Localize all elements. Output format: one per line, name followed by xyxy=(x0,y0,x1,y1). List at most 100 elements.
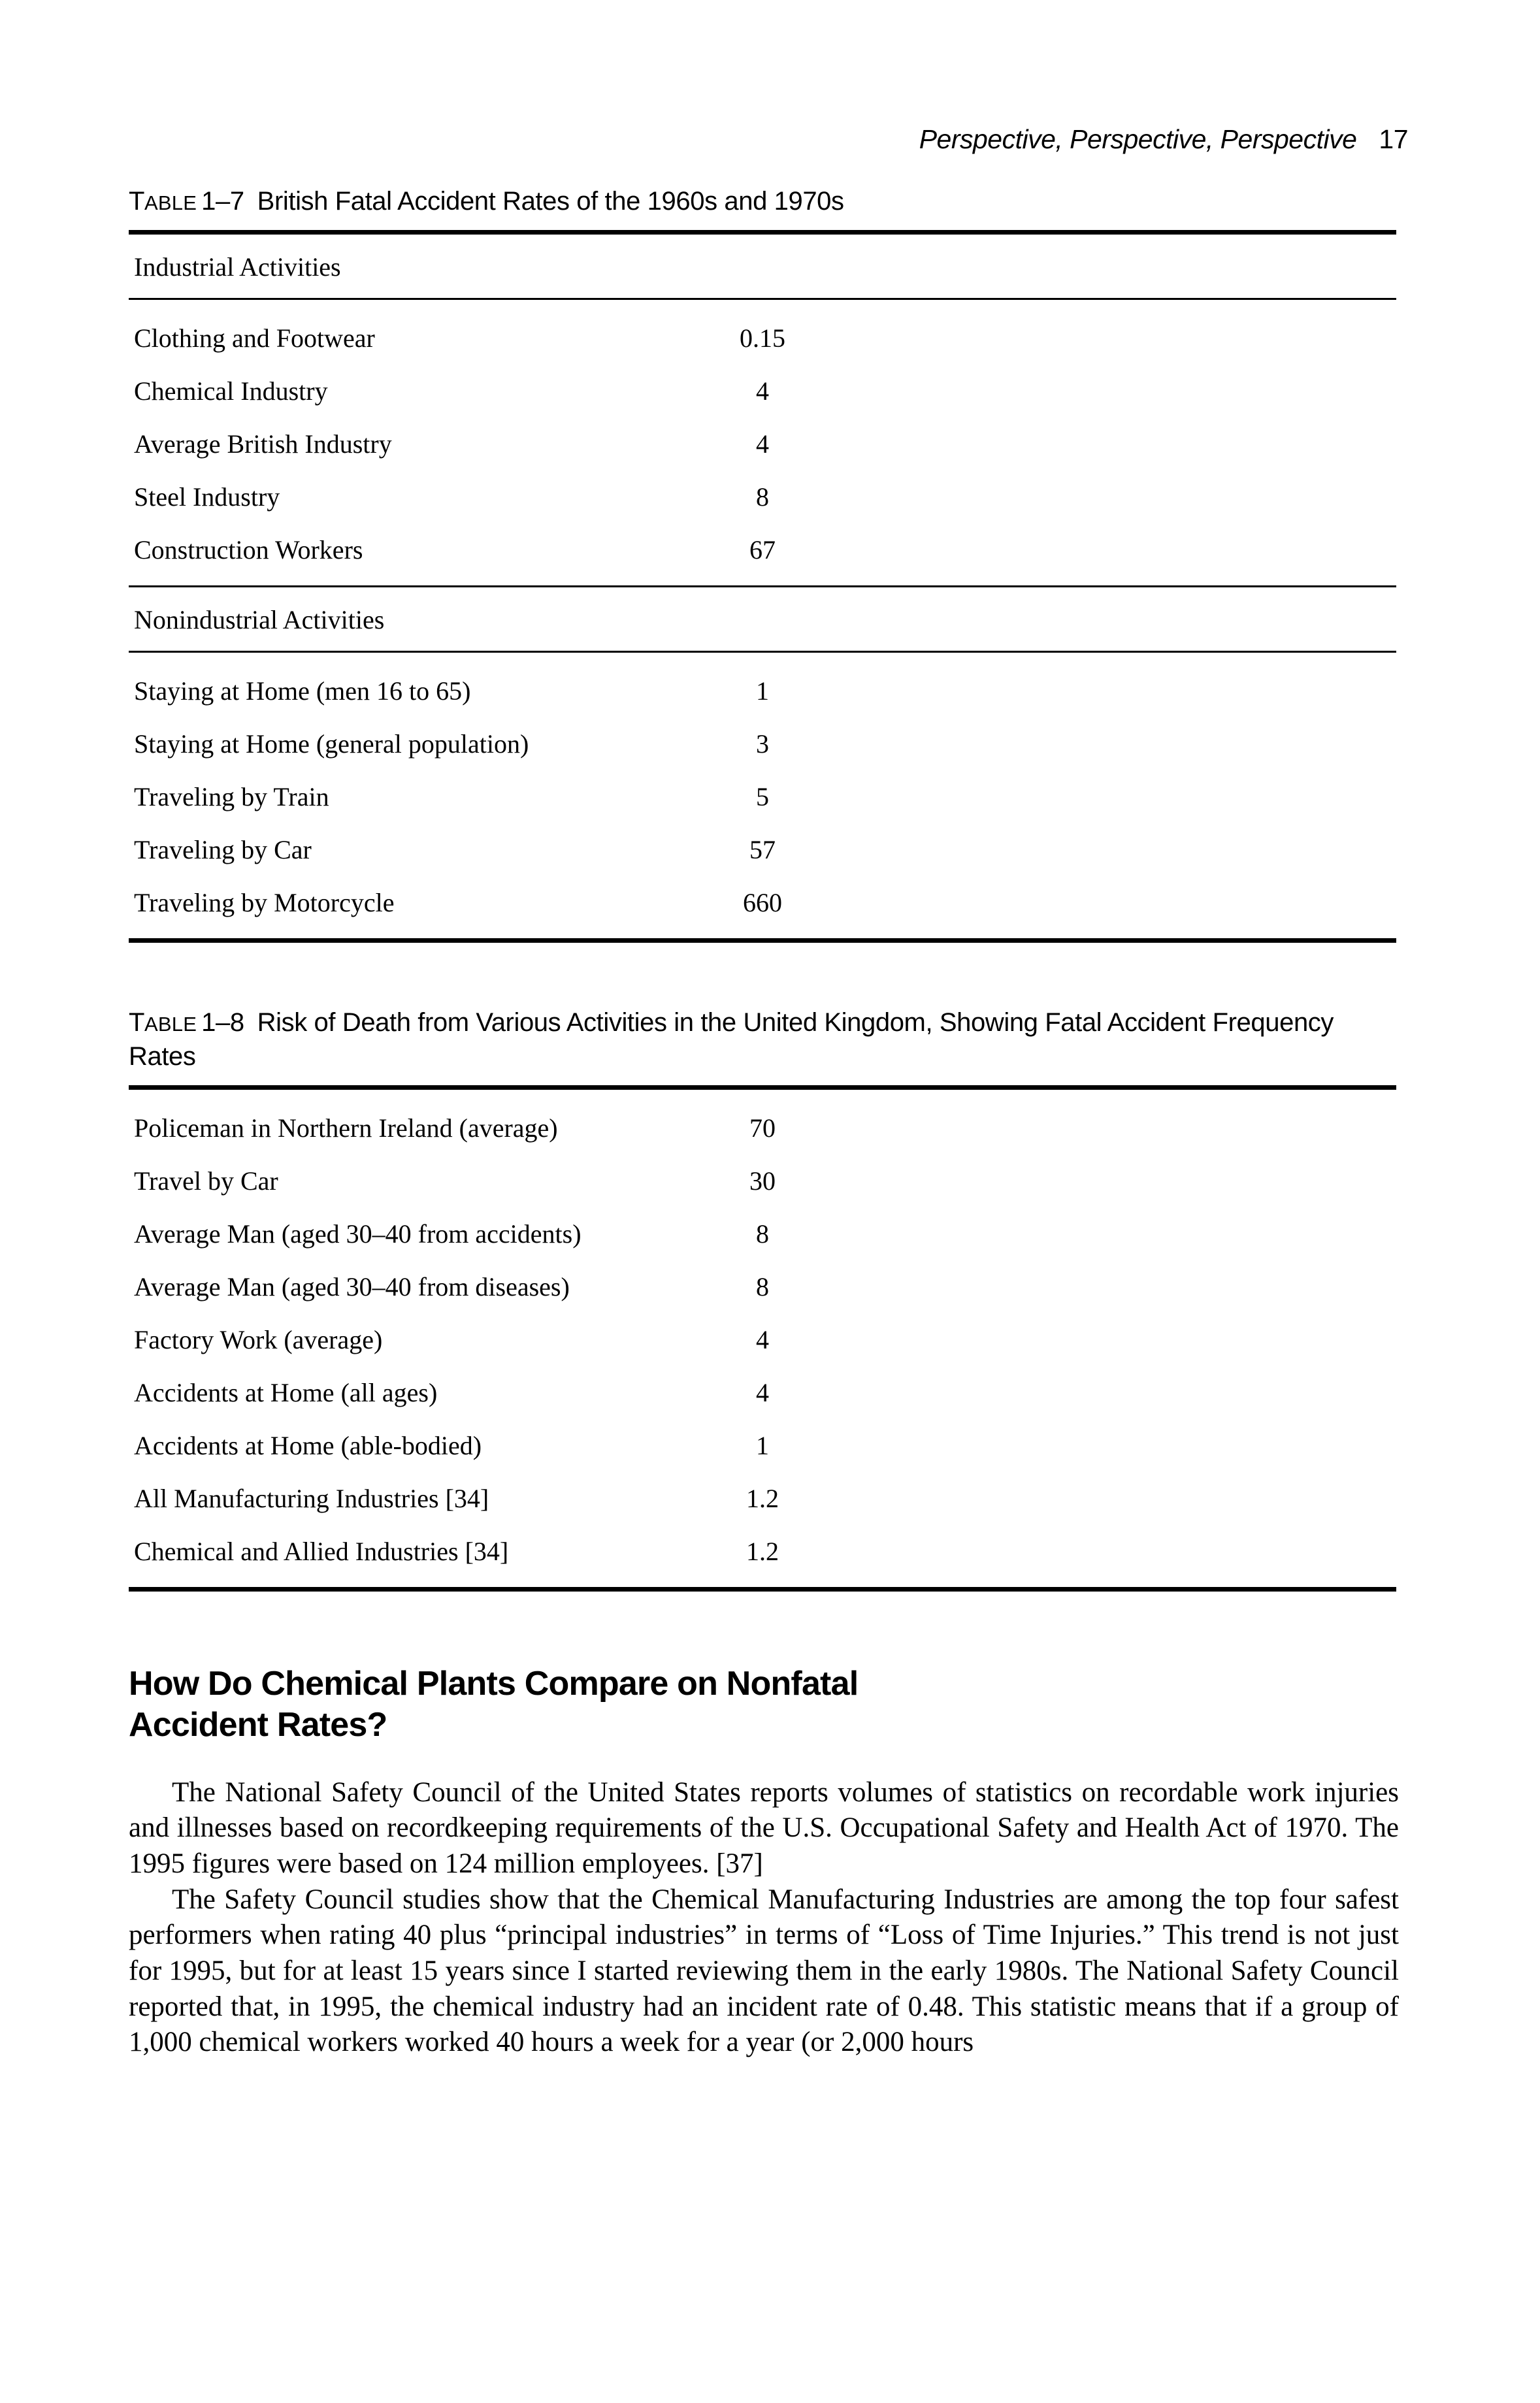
table-row: Accidents at Home (all ages) 4 xyxy=(129,1366,1396,1419)
row-label: Policeman in Northern Ireland (average) xyxy=(134,1113,558,1143)
section-heading-nonindustrial: Nonindustrial Activities xyxy=(134,605,385,634)
row-spacer xyxy=(939,1313,1396,1366)
row-label: Construction Workers xyxy=(134,535,363,564)
table-1-8-caption: TABLE 1–8 Risk of Death from Various Activ… xyxy=(129,1005,1399,1073)
table-row: Average Man (aged 30–40 from accidents) … xyxy=(129,1207,1396,1260)
row-spacer xyxy=(939,876,1396,929)
table-row: Staying at Home (general population) 3 xyxy=(129,717,1396,770)
running-head: Perspective, Perspective, Perspective 17 xyxy=(131,124,1409,155)
table-row: Travel by Car 30 xyxy=(129,1154,1396,1207)
table-caption-text: Risk of Death from Various Activities in… xyxy=(129,1008,1334,1071)
row-label: Accidents at Home (able-bodied) xyxy=(134,1431,482,1460)
row-spacer xyxy=(939,312,1396,365)
table-row: Policeman in Northern Ireland (average) … xyxy=(129,1102,1396,1154)
table-block-pad xyxy=(129,929,1399,938)
table-caption-label-first: T xyxy=(129,187,145,216)
section-heading-line-1: How Do Chemical Plants Compare on Nonfat… xyxy=(129,1665,859,1703)
table-gap xyxy=(129,943,1399,1005)
row-spacer xyxy=(939,1260,1396,1313)
row-label: Average Man (aged 30–40 from accidents) xyxy=(134,1219,582,1249)
row-spacer xyxy=(939,1366,1396,1419)
row-value: 1.2 xyxy=(746,1537,779,1566)
row-label: All Manufacturing Industries [34] xyxy=(134,1484,489,1513)
row-value: 660 xyxy=(743,888,782,917)
table-row: Steel Industry 8 xyxy=(129,470,1396,523)
table-caption-number: 1–7 xyxy=(201,187,244,216)
table-1-8-bottom-rule xyxy=(129,1587,1396,1592)
table-row: Accidents at Home (able-bodied) 1 xyxy=(129,1419,1396,1472)
table-1-7-nonindustrial-rows: Staying at Home (men 16 to 65) 1 Staying… xyxy=(129,664,1396,929)
table-1-8: Policeman in Northern Ireland (average) … xyxy=(129,1102,1396,1578)
row-value: 1.2 xyxy=(746,1484,779,1513)
table-row: Average British Industry 4 xyxy=(129,417,1396,470)
row-label: Average Man (aged 30–40 from diseases) xyxy=(134,1272,570,1301)
row-label: Traveling by Motorcycle xyxy=(134,888,395,917)
row-value: 3 xyxy=(756,729,769,759)
row-spacer xyxy=(939,417,1396,470)
row-spacer xyxy=(939,470,1396,523)
row-value: 4 xyxy=(756,1325,769,1354)
row-value: 8 xyxy=(756,1219,769,1249)
running-head-title: Perspective, Perspective, Perspective xyxy=(919,124,1357,154)
section-heading-industrial: Industrial Activities xyxy=(134,252,341,282)
page-number: 17 xyxy=(1379,124,1408,154)
table-row: Clothing and Footwear 0.15 xyxy=(129,312,1396,365)
table-caption-label-rest: ABLE xyxy=(144,191,197,214)
table-1-8-top-rule xyxy=(129,1085,1396,1090)
row-label: Staying at Home (men 16 to 65) xyxy=(134,676,471,706)
table-block-pad xyxy=(129,300,1399,312)
table-block-pad xyxy=(129,576,1399,585)
page-content: TABLE 1–7 British Fatal Accident Rates of … xyxy=(129,184,1399,2061)
section-heading: How Do Chemical Plants Compare on Nonfat… xyxy=(129,1663,1399,1746)
row-spacer xyxy=(939,717,1396,770)
table-block-pad xyxy=(129,1090,1399,1102)
row-value: 1 xyxy=(756,676,769,706)
row-label: Accidents at Home (all ages) xyxy=(134,1378,438,1407)
table-row: Factory Work (average) 4 xyxy=(129,1313,1396,1366)
table-row: All Manufacturing Industries [34] 1.2 xyxy=(129,1472,1396,1525)
row-value: 67 xyxy=(749,535,776,564)
row-value: 4 xyxy=(756,1378,769,1407)
row-value: 0.15 xyxy=(740,323,785,353)
row-spacer xyxy=(939,1207,1396,1260)
row-value: 5 xyxy=(756,782,769,811)
row-spacer xyxy=(939,365,1396,417)
row-label: Chemical Industry xyxy=(134,376,328,406)
row-label: Travel by Car xyxy=(134,1166,278,1196)
row-label: Factory Work (average) xyxy=(134,1325,383,1354)
row-value: 4 xyxy=(756,429,769,459)
table-1-7-top-rule xyxy=(129,230,1396,235)
table-block-pad xyxy=(129,1578,1399,1587)
row-label: Average British Industry xyxy=(134,429,392,459)
row-spacer xyxy=(939,1102,1396,1154)
table-row: Staying at Home (men 16 to 65) 1 xyxy=(129,664,1396,717)
table-section-header-row: Nonindustrial Activities xyxy=(129,587,1396,651)
row-value: 8 xyxy=(756,482,769,512)
row-label: Steel Industry xyxy=(134,482,280,512)
table-row: Traveling by Car 57 xyxy=(129,823,1396,876)
section-heading-line-2: Accident Rates? xyxy=(129,1706,387,1744)
document-page: Perspective, Perspective, Perspective 17 … xyxy=(0,0,1540,2403)
row-spacer xyxy=(939,1472,1396,1525)
table-row: Construction Workers 67 xyxy=(129,523,1396,576)
table-row: Traveling by Train 5 xyxy=(129,770,1396,823)
row-label: Traveling by Train xyxy=(134,782,329,811)
row-value: 1 xyxy=(756,1431,769,1460)
body-paragraph-2: The Safety Council studies show that the… xyxy=(129,1884,1399,2058)
table-caption-label-rest: ABLE xyxy=(144,1013,197,1036)
table-1-7-industrial-rows: Clothing and Footwear 0.15 Chemical Indu… xyxy=(129,312,1396,576)
row-spacer xyxy=(939,1525,1396,1578)
row-spacer xyxy=(939,523,1396,576)
table-row: Traveling by Motorcycle 660 xyxy=(129,876,1396,929)
table-row: Average Man (aged 30–40 from diseases) 8 xyxy=(129,1260,1396,1313)
row-value: 4 xyxy=(756,376,769,406)
table-section-header-row: Industrial Activities xyxy=(129,235,1396,298)
row-spacer xyxy=(939,1419,1396,1472)
table-row: Chemical and Allied Industries [34] 1.2 xyxy=(129,1525,1396,1578)
table-1-7: Industrial Activities xyxy=(129,235,1396,298)
row-label: Staying at Home (general population) xyxy=(134,729,529,759)
table-1-7-bottom-rule xyxy=(129,938,1396,943)
table-caption-number: 1–8 xyxy=(201,1008,244,1037)
table-block-pad xyxy=(129,653,1399,664)
row-spacer xyxy=(939,1154,1396,1207)
